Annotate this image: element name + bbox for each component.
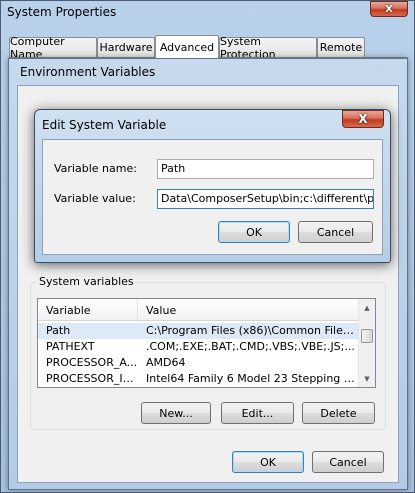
table-row[interactable]: PROCESSOR_ID... Intel64 Family 6 Model 2… (38, 371, 358, 387)
row-variable: PROCESSOR_A... (46, 356, 138, 369)
list-scrollbar[interactable]: ▲ ▼ (358, 299, 375, 387)
edit-ok-button[interactable]: OK (218, 221, 290, 243)
table-row[interactable]: PATHEXT .COM;.EXE;.BAT;.CMD;.VBS;.VBE;.J… (38, 339, 358, 355)
edit-system-variable-dialog: Edit System Variable X Variable name: Pa… (34, 109, 391, 263)
scroll-down-icon[interactable]: ▼ (359, 370, 375, 387)
scroll-up-icon[interactable]: ▲ (359, 299, 375, 316)
system-variables-list[interactable]: Variable Value Path C:\Program Files (x8… (37, 298, 376, 388)
row-variable: PROCESSOR_ID... (46, 372, 140, 385)
tab-computer-name[interactable]: Computer Name (9, 35, 97, 61)
edit-system-variable-title: Edit System Variable (42, 118, 167, 132)
table-row[interactable]: Path C:\Program Files (x86)\Common Files… (38, 323, 358, 339)
list-header: Variable Value (38, 299, 358, 321)
edit-button[interactable]: Edit... (221, 402, 294, 424)
cancel-button[interactable]: Cancel (312, 451, 384, 473)
row-value: C:\Program Files (x86)\Common Files\O... (146, 324, 356, 337)
tab-system-protection[interactable]: System Protection (219, 35, 317, 61)
edit-dialog-client: Variable name: Path Variable value: Data… (42, 139, 383, 255)
row-variable: PATHEXT (46, 340, 95, 353)
row-variable: Path (46, 324, 71, 337)
row-value: AMD64 (146, 356, 186, 369)
variable-value-label: Variable value: (54, 192, 136, 205)
system-variables-label: System variables (36, 275, 137, 288)
table-row[interactable]: PROCESSOR_A... AMD64 (38, 355, 358, 371)
variable-name-field[interactable]: Path (157, 159, 374, 179)
variable-value-field[interactable]: Data\ComposerSetup\bin;c:\different\path (157, 189, 374, 209)
column-header-variable[interactable]: Variable (38, 299, 138, 321)
delete-button[interactable]: Delete (302, 402, 375, 424)
system-properties-title: System Properties (7, 5, 117, 19)
edit-dialog-close-icon[interactable]: X (342, 110, 384, 128)
row-value: .COM;.EXE;.BAT;.CMD;.VBS;.VBE;.JS;... (146, 340, 355, 353)
system-properties-close-icon[interactable]: X (370, 1, 408, 17)
column-header-value[interactable]: Value (138, 299, 358, 321)
row-value: Intel64 Family 6 Model 23 Stepping 10, .… (146, 372, 356, 385)
tab-advanced[interactable]: Advanced (155, 35, 219, 58)
ok-button[interactable]: OK (232, 451, 304, 473)
variable-name-label: Variable name: (54, 162, 137, 175)
scroll-thumb[interactable] (361, 329, 373, 343)
tab-remote[interactable]: Remote (317, 37, 365, 57)
tab-hardware[interactable]: Hardware (97, 37, 155, 57)
environment-variables-title: Environment Variables (20, 65, 156, 79)
new-button[interactable]: New... (141, 402, 211, 424)
edit-cancel-button[interactable]: Cancel (298, 221, 373, 243)
